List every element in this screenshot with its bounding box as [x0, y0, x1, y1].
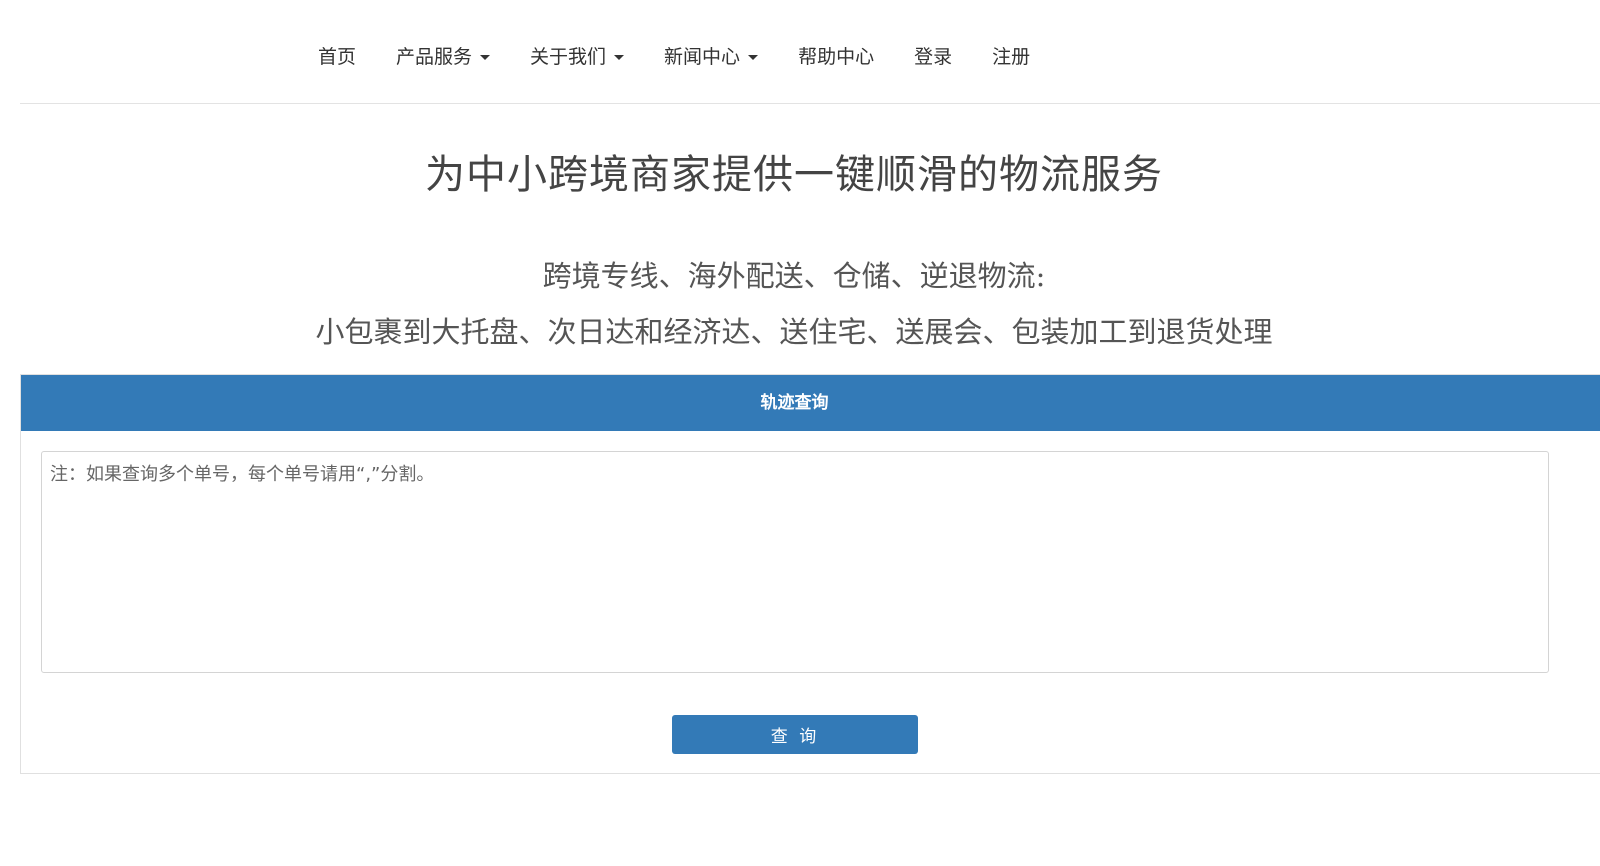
top-navbar: 首页 产品服务 关于我们 新闻中心 帮助中心 登录 注册	[20, 0, 1600, 104]
tracking-panel: 轨迹查询 查 询	[20, 374, 1600, 774]
query-button[interactable]: 查 询	[672, 715, 918, 754]
nav-item-help[interactable]: 帮助中心	[798, 42, 874, 69]
nav-item-label: 关于我们	[530, 46, 607, 68]
caret-down-icon	[748, 54, 759, 60]
nav-item-label: 首页	[318, 46, 357, 68]
nav-item-label: 登录	[914, 46, 953, 68]
nav-item-login[interactable]: 登录	[914, 42, 952, 69]
nav-item-label: 产品服务	[396, 46, 473, 68]
nav-item-label: 新闻中心	[664, 46, 741, 68]
nav-item-products[interactable]: 产品服务	[396, 42, 491, 69]
nav-item-about[interactable]: 关于我们	[530, 42, 625, 69]
hero-title: 为中小跨境商家提供一键顺滑的物流服务	[425, 152, 1163, 198]
nav-item-home[interactable]: 首页	[318, 42, 356, 69]
tracking-number-input[interactable]	[41, 451, 1549, 673]
caret-down-icon	[480, 54, 491, 60]
hero-subtitle-line-1: 跨境专线、海外配送、仓储、逆退物流:	[542, 259, 1046, 293]
caret-down-icon	[614, 54, 625, 60]
nav-item-label: 注册	[992, 46, 1031, 68]
page: 首页 产品服务 关于我们 新闻中心 帮助中心 登录 注册 为中小跨境商家提供一键…	[0, 0, 1600, 866]
tracking-panel-heading: 轨迹查询	[21, 375, 1600, 431]
nav-menu: 首页 产品服务 关于我们 新闻中心 帮助中心 登录 注册	[318, 42, 1070, 69]
hero-subtitle-line-2: 小包裹到大托盘、次日达和经济达、送住宅、送展会、包装加工到退货处理	[315, 315, 1273, 349]
nav-item-label: 帮助中心	[798, 46, 875, 68]
nav-item-news[interactable]: 新闻中心	[664, 42, 759, 69]
nav-item-register[interactable]: 注册	[992, 42, 1030, 69]
